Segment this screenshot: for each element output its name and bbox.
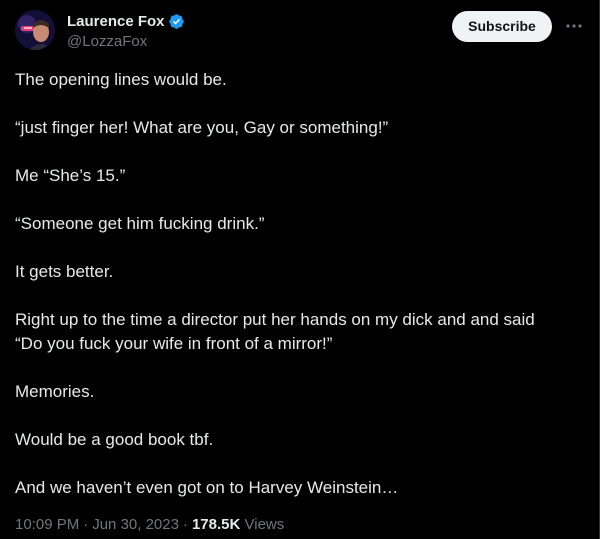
more-horizontal-icon[interactable]: [564, 14, 584, 38]
author-handle[interactable]: @LozzaFox: [67, 33, 185, 50]
tweet-paragraph: Would be a good book tbf.: [15, 430, 214, 449]
tweet-paragraph: Me “She’s 15.”: [15, 166, 126, 185]
tweet-text: The opening lines would be. “just finger…: [15, 68, 575, 500]
tweet-date[interactable]: Jun 30, 2023: [92, 516, 179, 533]
verified-badge-icon[interactable]: [168, 13, 185, 30]
tweet-time[interactable]: 10:09 PM: [15, 516, 79, 533]
tweet-header: Laurence Fox @LozzaFox Subscribe: [15, 10, 584, 52]
subscribe-button[interactable]: Subscribe: [452, 11, 552, 42]
avatar[interactable]: [15, 10, 55, 50]
author-names: Laurence Fox @LozzaFox: [67, 11, 185, 50]
tweet-card: Laurence Fox @LozzaFox Subscribe The ope…: [0, 0, 600, 539]
display-name[interactable]: Laurence Fox: [67, 13, 165, 30]
meta-separator: ·: [182, 516, 188, 533]
tweet-meta: 10:09 PM · Jun 30, 2023 · 178.5K Views: [15, 515, 284, 535]
views-count: 178.5K: [191, 516, 241, 533]
tweet-paragraph: The opening lines would be.: [15, 70, 227, 89]
tweet-paragraph: “just finger her! What are you, Gay or s…: [15, 118, 389, 137]
tweet-paragraph: Memories.: [15, 382, 95, 401]
avatar-image: [15, 10, 55, 50]
tweet-paragraph: And we haven’t even got on to Harvey Wei…: [15, 478, 399, 497]
tweet-paragraph: It gets better.: [15, 262, 114, 281]
display-name-row: Laurence Fox: [67, 11, 185, 31]
tweet-paragraph: “Someone get him fucking drink.”: [15, 214, 265, 233]
views-label: Views: [244, 516, 285, 533]
meta-separator: ·: [83, 516, 89, 533]
tweet-paragraph: Right up to the time a director put her …: [15, 310, 535, 353]
